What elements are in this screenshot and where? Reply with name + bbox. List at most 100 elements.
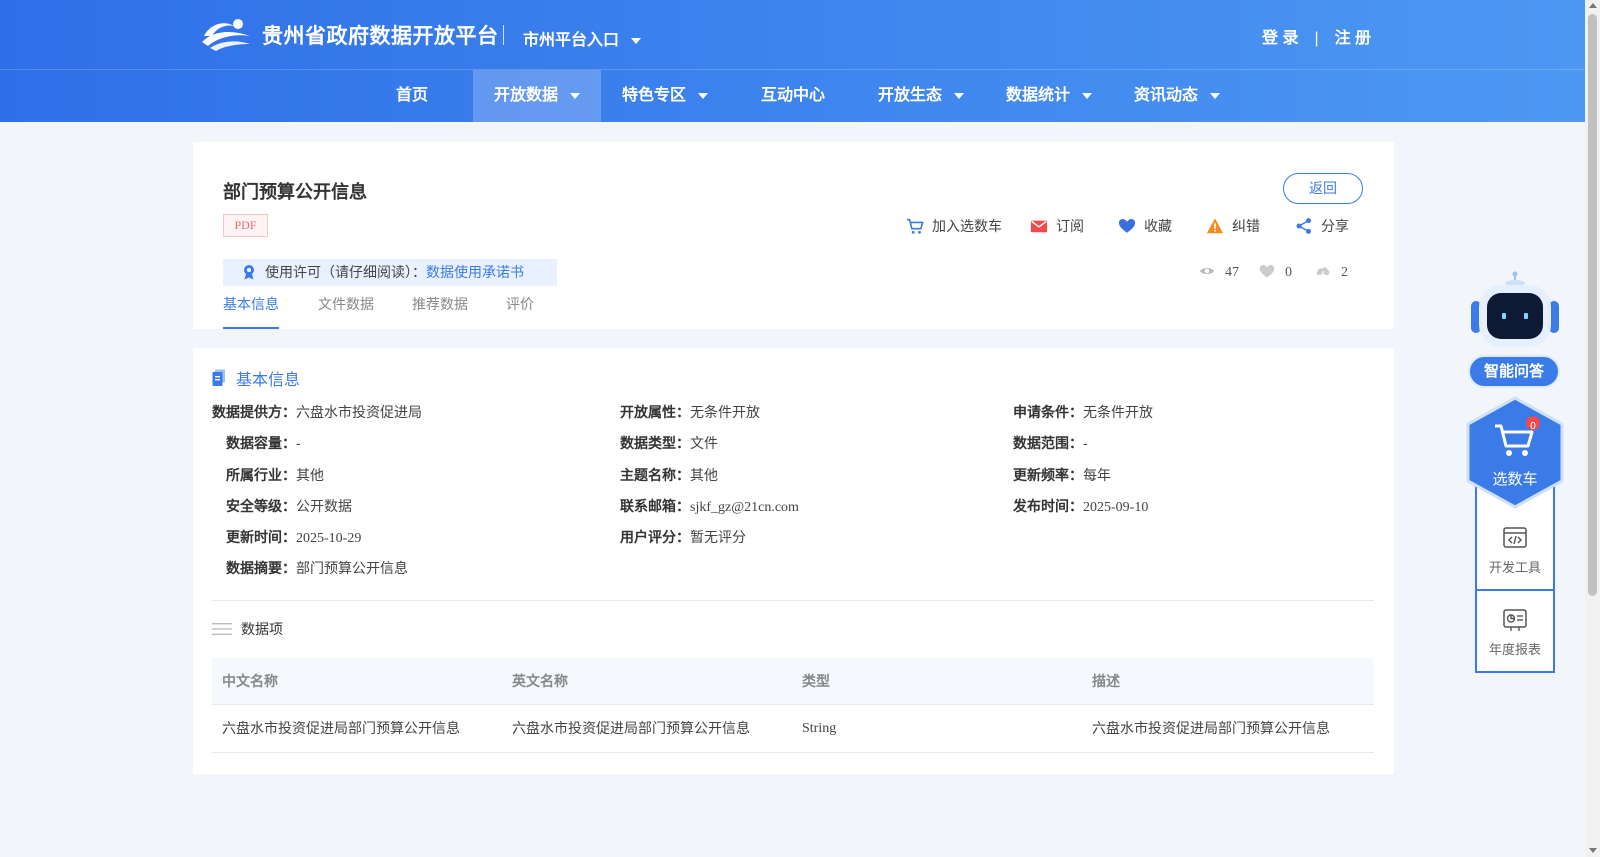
- info-publish-time-label: 发布时间：: [1013, 498, 1083, 514]
- ai-qa-button[interactable]: 智能问答: [1468, 355, 1560, 388]
- cart-widget-label[interactable]: 选数车: [1465, 468, 1565, 489]
- tab-file-data[interactable]: 文件数据: [318, 294, 374, 329]
- favorite-button[interactable]: 收藏: [1118, 216, 1172, 238]
- chevron-down-icon: [1082, 92, 1092, 99]
- table-row: 六盘水市投资促进局部门预算公开信息 六盘水市投资促进局部门预算公开信息 Stri…: [212, 705, 1374, 753]
- chevron-down-icon: [570, 92, 580, 99]
- scrollbar-thumb[interactable]: [1588, 14, 1597, 596]
- info-contact-email-value[interactable]: sjkf_gz@21cn.com: [690, 500, 799, 515]
- info-security-level-value: 公开数据: [296, 498, 352, 514]
- nav-news[interactable]: 资讯动态: [1113, 70, 1241, 122]
- info-data-type-label: 数据类型：: [620, 435, 690, 451]
- nav-data-statistics-label: 数据统计: [1005, 87, 1070, 104]
- column-header-english-name: 英文名称: [512, 673, 568, 689]
- ai-robot-icon[interactable]: [1469, 271, 1561, 349]
- chevron-down-icon: [954, 92, 964, 99]
- info-capacity-value: -: [296, 435, 301, 451]
- cell-english-name: 六盘水市投资促进局部门预算公开信息: [512, 720, 750, 736]
- city-platform-label: 市州平台入口: [523, 32, 620, 49]
- data-items-title: 数据项: [212, 619, 283, 639]
- login-link[interactable]: 登 录: [1262, 30, 1298, 47]
- info-data-scope-label: 数据范围：: [1013, 435, 1083, 451]
- info-provider-label: 数据提供方：: [212, 404, 296, 420]
- info-update-time: 更新时间：2025-10-29: [226, 527, 361, 547]
- nav-data-statistics[interactable]: 数据统计: [985, 70, 1113, 122]
- register-link[interactable]: 注 册: [1335, 30, 1371, 47]
- share-button[interactable]: 分享: [1295, 216, 1349, 238]
- platform-logo-icon[interactable]: [200, 16, 252, 52]
- document-icon: [212, 369, 225, 386]
- cell-description: 六盘水市投资促进局部门预算公开信息: [1092, 720, 1330, 736]
- annual-report-label: 年度报表: [1488, 642, 1541, 657]
- like-count: 0: [1259, 263, 1292, 281]
- info-provider-value: 六盘水市投资促进局: [296, 404, 422, 420]
- nav-interaction-center[interactable]: 互动中心: [729, 70, 857, 122]
- info-open-attribute-label: 开放属性：: [620, 404, 690, 420]
- report-error-button[interactable]: 纠错: [1206, 216, 1260, 238]
- info-update-time-label: 更新时间：: [226, 529, 296, 545]
- info-provider: 数据提供方：六盘水市投资促进局: [212, 402, 422, 422]
- scroll-up-arrow-icon[interactable]: [1589, 3, 1597, 8]
- subscribe-button[interactable]: 订阅: [1030, 216, 1084, 238]
- nav-open-ecosystem-label: 开放生态: [877, 87, 942, 104]
- page-scrollbar[interactable]: [1585, 0, 1600, 857]
- info-publish-time-value: 2025-09-10: [1083, 500, 1149, 515]
- data-items-title-text: 数据项: [241, 621, 283, 637]
- dev-tools-button[interactable]: 开发工具: [1477, 525, 1553, 576]
- info-apply-condition: 申请条件：无条件开放: [1013, 402, 1153, 422]
- award-ribbon-icon: [244, 265, 254, 280]
- nav-open-data[interactable]: 开放数据: [473, 70, 601, 122]
- nav-open-ecosystem[interactable]: 开放生态: [857, 70, 985, 122]
- site-title[interactable]: 贵州省政府数据开放平台: [262, 20, 499, 50]
- tab-reviews[interactable]: 评价: [506, 294, 534, 329]
- warning-icon: [1206, 218, 1224, 234]
- add-to-cart-button[interactable]: 加入选数车: [906, 216, 1002, 238]
- mail-icon: [1030, 220, 1048, 233]
- header-top-row: 贵州省政府数据开放平台 市州平台入口 登 录 | 注 册: [0, 0, 1585, 70]
- nav-featured-zone[interactable]: 特色专区: [601, 70, 729, 122]
- tab-recommended-data[interactable]: 推荐数据: [412, 294, 468, 329]
- list-lines-icon: [212, 623, 232, 635]
- like-count-value: 0: [1285, 265, 1292, 280]
- section-divider: [212, 600, 1374, 601]
- info-data-type-value: 文件: [690, 435, 718, 451]
- tab-basic-info[interactable]: 基本信息: [223, 294, 279, 329]
- tool-panel: 开发工具 年度报表: [1475, 485, 1555, 673]
- heart-icon: [1118, 218, 1136, 233]
- cart-widget-hexagon[interactable]: [1465, 396, 1565, 509]
- column-header-description: 描述: [1092, 673, 1120, 689]
- info-industry: 所属行业：其他: [226, 465, 324, 485]
- format-badge: PDF: [223, 214, 268, 237]
- info-capacity: 数据容量：-: [226, 433, 301, 453]
- info-user-rating-label: 用户评分：: [620, 529, 690, 545]
- info-apply-condition-value: 无条件开放: [1083, 404, 1153, 420]
- annual-report-button[interactable]: 年度报表: [1477, 607, 1553, 658]
- scroll-down-arrow-icon[interactable]: [1589, 848, 1597, 853]
- city-platform-dropdown[interactable]: 市州平台入口: [523, 26, 642, 50]
- info-open-attribute: 开放属性：无条件开放: [620, 402, 760, 422]
- info-update-frequency-value: 每年: [1083, 467, 1111, 483]
- back-button[interactable]: 返回: [1283, 173, 1363, 204]
- info-contact-email-label: 联系邮箱：: [620, 498, 690, 514]
- report-chart-icon: [1503, 609, 1527, 631]
- title-divider: [503, 25, 504, 45]
- info-user-rating-value: 暂无评分: [690, 529, 746, 545]
- share-label: 分享: [1321, 218, 1349, 234]
- cart-icon: [906, 218, 924, 234]
- chevron-down-icon: [1210, 92, 1220, 99]
- nav-featured-zone-label: 特色专区: [621, 87, 686, 104]
- license-agreement-link[interactable]: 数据使用承诺书: [426, 264, 524, 280]
- info-data-scope: 数据范围：-: [1013, 433, 1088, 453]
- page-title: 部门预算公开信息: [223, 182, 367, 202]
- share-icon: [1296, 218, 1312, 234]
- nav-interaction-center-label: 互动中心: [760, 87, 825, 104]
- license-bar: 使用许可（请仔细阅读）：数据使用承诺书: [223, 259, 557, 286]
- nav-home-label: 首页: [395, 87, 428, 104]
- nav-home[interactable]: 首页: [348, 70, 476, 122]
- info-summary-label: 数据摘要：: [226, 560, 296, 576]
- info-open-attribute-value: 无条件开放: [690, 404, 760, 420]
- heart-outline-icon: [1259, 264, 1275, 278]
- report-error-label: 纠错: [1232, 218, 1260, 234]
- site-header: 贵州省政府数据开放平台 市州平台入口 登 录 | 注 册 首页 开放数据 特色专区 互动中…: [0, 0, 1585, 122]
- info-publish-time: 发布时间：2025-09-10: [1013, 496, 1148, 516]
